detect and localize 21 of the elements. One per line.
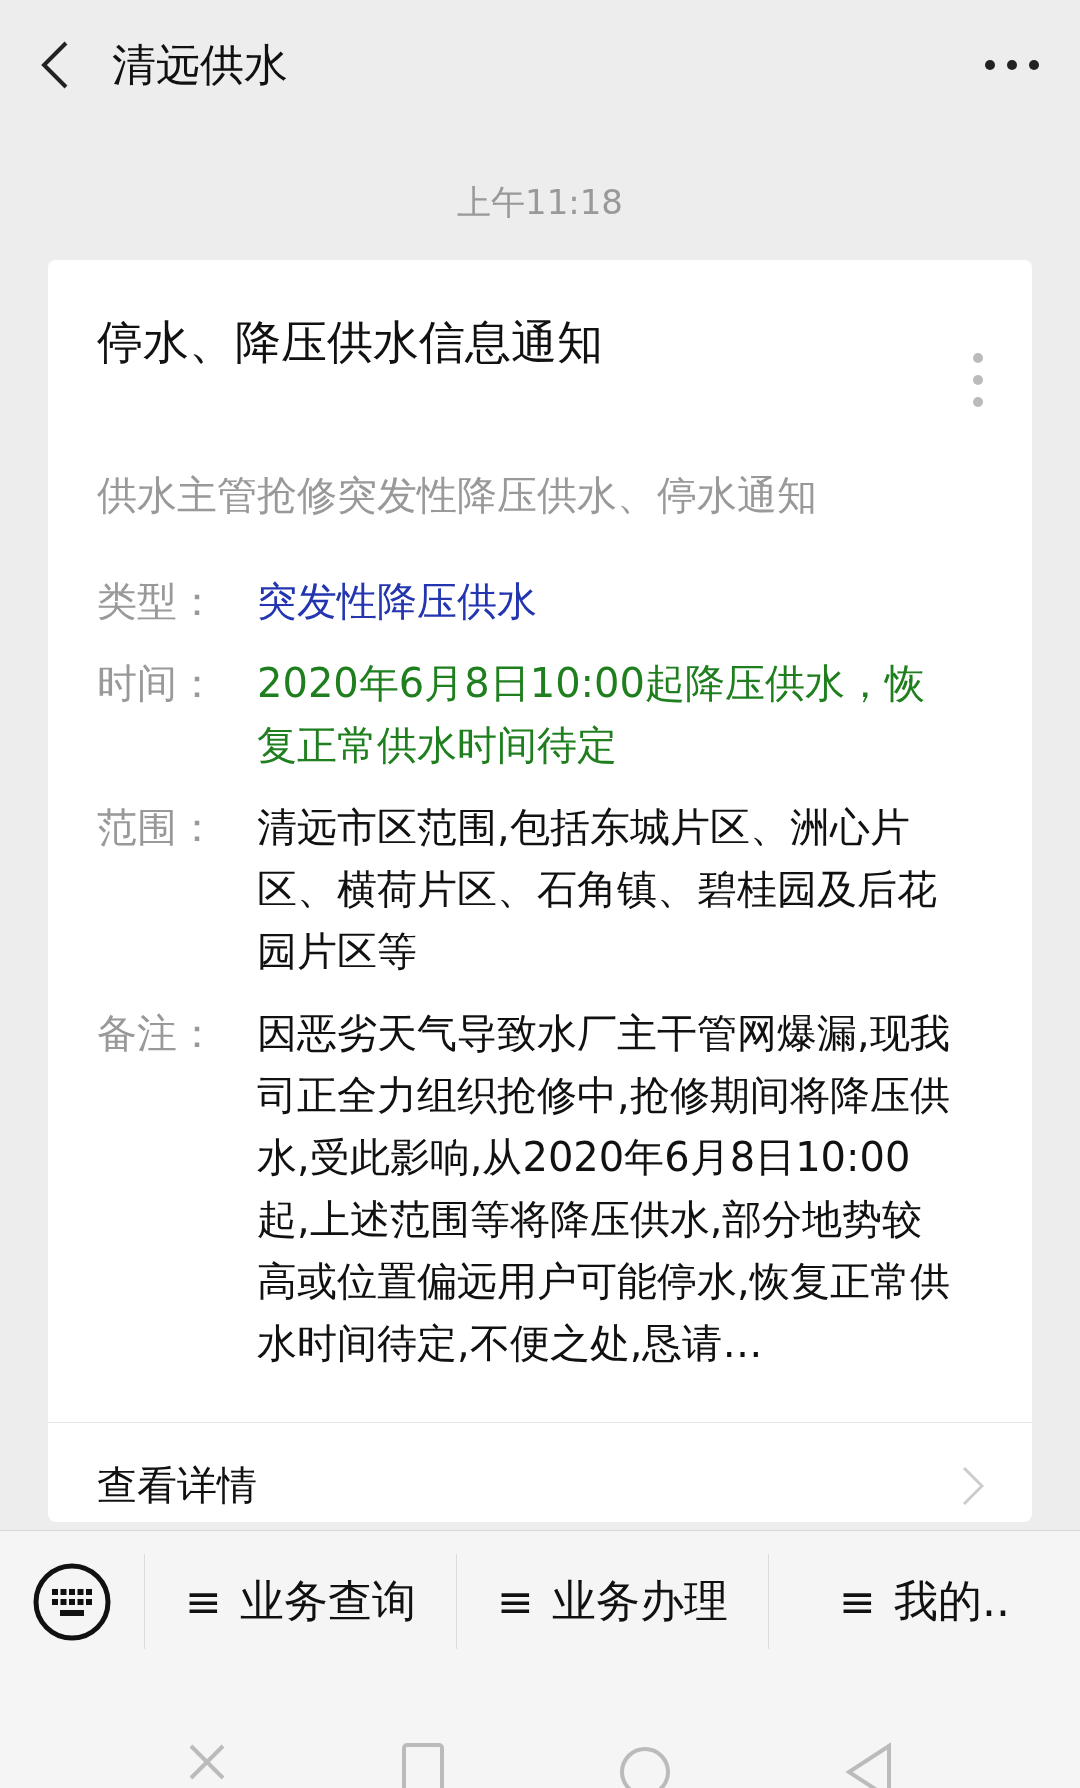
window-title: 清远供水 (112, 37, 289, 92)
card-title: 停水、降压供水信息通知 (97, 314, 604, 371)
field-value: 2020年6月8日10:00起降压供水，恢复正常供水时间待定 (257, 659, 926, 770)
field-label: 备注： (97, 1009, 218, 1058)
triangle-icon[interactable] (845, 1742, 893, 1788)
chevron-right-icon (962, 1465, 984, 1506)
field-value: 因恶劣天气导致水厂主干管网爆漏,现我司正全力组织抢修中,抢修期间将降压供水,受此影响,从2020年6月8日10:00起,上述范围等将降压供水,部分地势较高或位置偏远用户可能停水,恢复正常供水时间待定,不便之处,恳请… (257, 1009, 951, 1368)
menu-button[interactable]: ≡ 业务办理 (497, 1572, 728, 1631)
field-label: 时间： (97, 659, 218, 708)
field-label: 范围： (97, 803, 218, 852)
menu-button[interactable]: ≡ 业务查询 (185, 1572, 416, 1631)
menu-button[interactable]: ≡ 我的.. (839, 1572, 1010, 1631)
keyboard-icon[interactable] (33, 1562, 111, 1641)
message-time: 上午11:18 (457, 181, 623, 224)
more-icon[interactable] (984, 59, 1040, 71)
details-link[interactable]: 查看详情 (97, 1458, 257, 1513)
field-label: 类型： (97, 577, 218, 626)
field-value: 清远市区范围,包括东城片区、洲心片区、横荷片区、石角镇、碧桂园及后花园片区等 (257, 803, 938, 976)
back-icon[interactable] (40, 40, 70, 90)
card-subtitle: 供水主管抢修突发性降压供水、停水通知 (96, 471, 818, 520)
field-value: 突发性降压供水 (257, 577, 538, 626)
